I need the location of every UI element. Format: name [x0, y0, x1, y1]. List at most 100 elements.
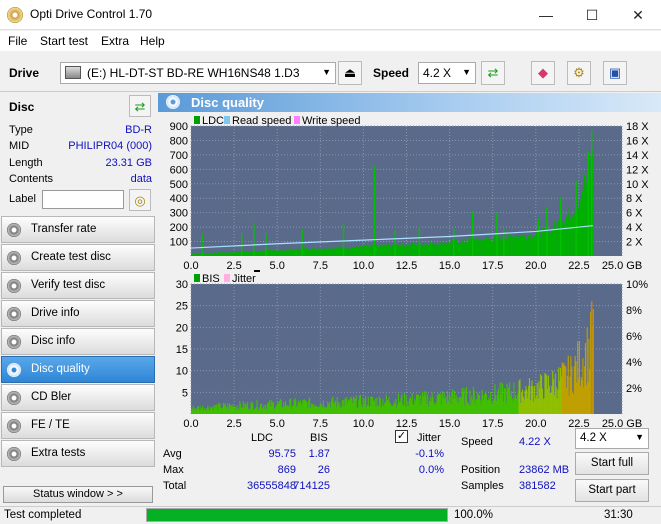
- ldc-bar: [238, 251, 240, 256]
- nav-fe-te[interactable]: FE / TE: [1, 412, 155, 439]
- ldc-bar: [276, 250, 279, 256]
- ldc-x-tick: 17.5: [482, 260, 503, 272]
- ldc-bar: [494, 235, 496, 256]
- status-window-button[interactable]: Status window > >: [3, 486, 153, 503]
- drive-select[interactable]: (E:) HL-DT-ST BD-RE WH16NS48 1.D3 ▼: [60, 62, 336, 84]
- nav-drive-info[interactable]: Drive info: [1, 300, 155, 327]
- start-part-button[interactable]: Start part: [575, 479, 649, 502]
- ldc-bar: [279, 249, 282, 256]
- ldc-bar: [256, 251, 258, 256]
- menu-start-test[interactable]: Start test: [40, 34, 88, 48]
- ldc-bar: [410, 245, 412, 256]
- ldc-bar: [225, 251, 227, 256]
- menu-file[interactable]: File: [8, 34, 27, 48]
- eject-button[interactable]: ⏏: [338, 61, 362, 85]
- ldc-bar: [389, 247, 391, 256]
- nav-transfer-rate[interactable]: Transfer rate: [1, 216, 155, 243]
- ldc-bar: [284, 251, 286, 256]
- disc-title: Disc: [9, 100, 35, 114]
- start-full-button[interactable]: Start full: [575, 452, 649, 475]
- speed-select[interactable]: 4.2 X ▼: [418, 62, 476, 84]
- ldc-bar: [508, 233, 510, 256]
- test-speed-select[interactable]: 4.2 X ▼: [575, 428, 649, 449]
- jitter-marker: [254, 270, 260, 272]
- disc-refresh-button[interactable]: ⇄: [129, 95, 151, 117]
- ldc-bar: [268, 249, 270, 256]
- ldc-bar: [292, 249, 294, 256]
- ldc-spike: [503, 228, 505, 256]
- ldc-bar: [479, 240, 481, 256]
- ldc-bar: [197, 253, 199, 256]
- ldc-bar: [451, 239, 453, 256]
- refresh-icon: ⇄: [134, 99, 146, 114]
- nav-create-test-disc[interactable]: Create test disc: [1, 244, 155, 271]
- save-button[interactable]: ▣: [603, 61, 627, 85]
- minimize-button[interactable]: —: [523, 0, 569, 30]
- ldc-bar: [473, 239, 475, 256]
- ldc-bar: [534, 235, 536, 256]
- bis-max-bar: [590, 301, 593, 414]
- ldc-bar: [445, 243, 447, 256]
- ldc-bar: [577, 208, 580, 256]
- bis-y-tick: 25: [176, 301, 188, 313]
- nav-disc-info[interactable]: Disc info: [1, 328, 155, 355]
- refresh-button[interactable]: ⇄: [481, 61, 505, 85]
- disc-icon: [7, 251, 21, 265]
- ldc-bar: [424, 244, 426, 256]
- ldc-bar: [334, 246, 336, 256]
- ldc-bar: [504, 239, 506, 256]
- ldc-bar: [462, 240, 464, 256]
- bis-x-tick: 7.5: [313, 418, 328, 428]
- disc-mid-row: MID PHILIPR04 (000): [9, 140, 152, 156]
- ldc-bar: [335, 247, 338, 256]
- bis-x-tick: 25.0 GB: [602, 418, 642, 428]
- ldc-bar: [210, 253, 212, 256]
- menu-extra[interactable]: Extra: [101, 34, 129, 48]
- ldc-bar: [548, 227, 551, 256]
- label-input[interactable]: [42, 190, 124, 209]
- ldc-bar: [499, 238, 501, 256]
- disc-icon: [7, 447, 21, 461]
- ldc-bar: [435, 243, 437, 256]
- disc-icon: [7, 223, 21, 237]
- nav-disc-quality[interactable]: Disc quality: [1, 356, 155, 383]
- ldc-bar: [249, 251, 252, 256]
- nav-cd-bler[interactable]: CD Bler: [1, 384, 155, 411]
- ldc-bar: [291, 248, 293, 256]
- ldc-bar: [520, 238, 523, 256]
- label-apply-button[interactable]: ◎: [129, 189, 151, 211]
- ldc-bar: [236, 252, 238, 256]
- close-button[interactable]: ✕: [615, 0, 661, 30]
- ldc-bar: [415, 245, 417, 256]
- nav-extra-tests[interactable]: Extra tests: [1, 440, 155, 467]
- ldc-bar: [425, 243, 428, 256]
- ldc-bar: [293, 249, 295, 256]
- ldc-bar: [500, 240, 502, 256]
- menu-help[interactable]: Help: [140, 34, 165, 48]
- ldc-bar: [365, 244, 368, 256]
- nav-verify-test-disc[interactable]: Verify test disc: [1, 272, 155, 299]
- ldc-bar: [294, 250, 296, 256]
- maximize-button[interactable]: ☐: [569, 0, 615, 30]
- jitter-checkbox[interactable]: ✓: [395, 430, 408, 443]
- drive-icon: [65, 66, 81, 79]
- ldc-bar: [364, 246, 366, 256]
- disc-contents-row: Contents data: [9, 173, 152, 189]
- speed-stat-label: Speed: [461, 436, 493, 448]
- settings-button[interactable]: ⚙: [567, 61, 591, 85]
- ldc-bar: [277, 250, 280, 256]
- ldc-bar: [346, 248, 348, 256]
- ldc-bar: [397, 246, 400, 256]
- ldc-bar: [305, 248, 308, 256]
- charts-svg: 100 200 300 400 500 600 700 800 900 2 X 4 X 6 X 8 X 1…: [170, 115, 650, 430]
- ldc-bar: [530, 233, 532, 256]
- ldc-bar: [198, 253, 200, 256]
- ldc-bar: [582, 191, 584, 256]
- ldc-x-tick: 12.5: [396, 260, 417, 272]
- erase-button[interactable]: ◆: [531, 61, 555, 85]
- ldc-spike: [546, 206, 548, 256]
- ldc-bar: [563, 225, 565, 256]
- ldc-bar: [447, 241, 449, 256]
- ldc-bar: [544, 229, 546, 256]
- ldc-bar: [347, 248, 349, 256]
